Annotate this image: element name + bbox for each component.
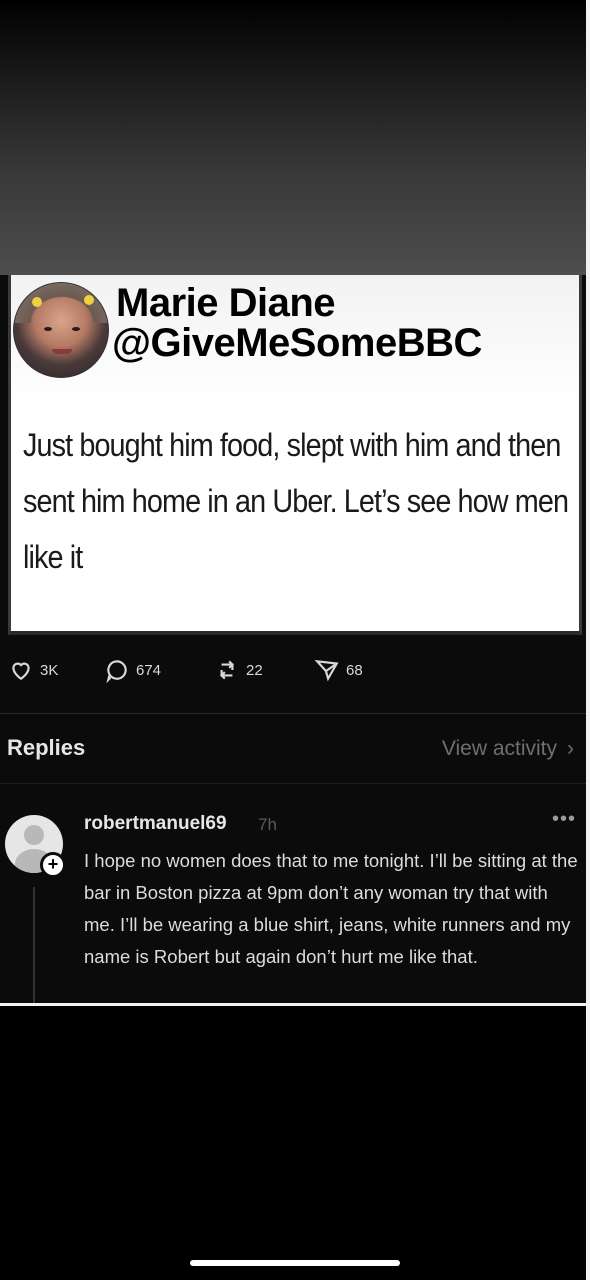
- comment-icon: [106, 660, 127, 683]
- share-button[interactable]: 68: [314, 657, 363, 683]
- bottom-edge: [0, 1003, 590, 1006]
- follow-plus-icon[interactable]: +: [40, 852, 66, 878]
- like-button[interactable]: 3K: [8, 657, 58, 683]
- divider: [0, 713, 586, 714]
- post-text: Just bought him food, slept with him and…: [23, 427, 569, 575]
- overlay-handle: @GiveMeSomeBBC: [112, 321, 482, 365]
- flower-icon: [32, 297, 42, 307]
- heart-icon: [12, 662, 30, 680]
- reply-username[interactable]: robertmanuel69: [84, 813, 227, 835]
- reply-text: I hope no women does that to me tonight.…: [84, 850, 578, 967]
- repost-count: 22: [246, 661, 263, 679]
- right-edge: [586, 0, 590, 1280]
- view-activity-label: View activity: [441, 737, 557, 760]
- post-actions: 3K 674 22 68: [0, 657, 586, 697]
- flower-icon: [84, 295, 94, 305]
- chevron-right-icon: ›: [567, 737, 574, 760]
- comment-button[interactable]: 674: [104, 657, 161, 683]
- thread-line: [33, 887, 35, 1005]
- profile-avatar: [13, 282, 109, 378]
- comment-count: 674: [136, 661, 162, 679]
- repost-button[interactable]: 22: [214, 657, 263, 683]
- overlay-name: Marie Diane: [116, 281, 336, 325]
- like-count: 3K: [40, 661, 59, 679]
- avatar-placeholder-head: [24, 825, 44, 845]
- send-icon: [314, 659, 339, 682]
- view-activity-link[interactable]: View activity ›: [442, 737, 574, 761]
- divider: [0, 783, 586, 784]
- top-gradient: [0, 0, 590, 275]
- replies-heading: Replies: [7, 735, 86, 760]
- repost-icon: [220, 660, 234, 680]
- avatar-eye: [44, 327, 52, 331]
- share-count: 68: [346, 661, 363, 679]
- reply-timestamp: 7h: [258, 815, 277, 834]
- avatar-hair: [14, 283, 108, 323]
- embedded-screenshot: Just bought him food, slept with him and…: [0, 275, 586, 1005]
- more-options-icon[interactable]: •••: [552, 808, 576, 831]
- avatar-eye: [72, 327, 80, 331]
- home-indicator[interactable]: [190, 1260, 400, 1266]
- avatar-mouth: [52, 349, 72, 354]
